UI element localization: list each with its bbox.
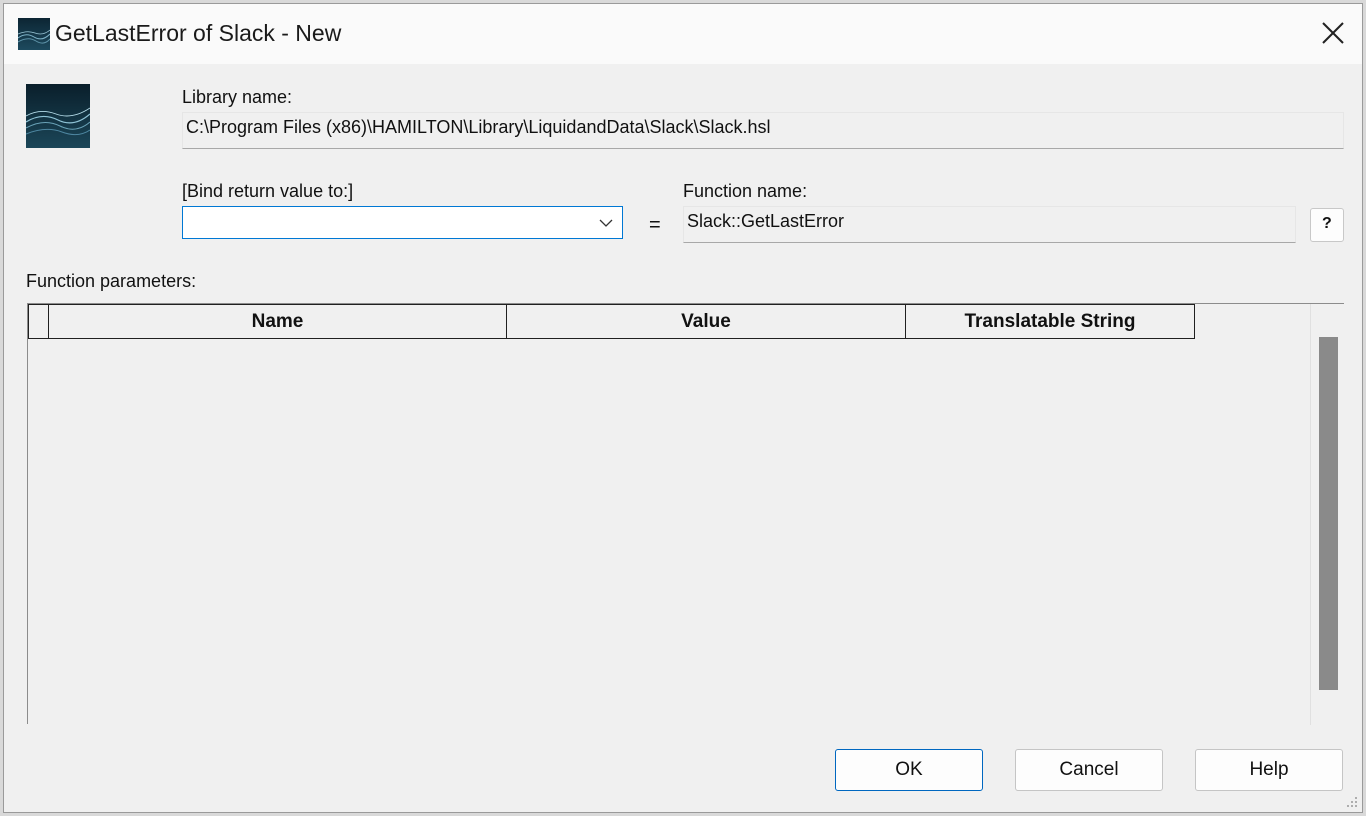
equals-sign: = [649, 214, 661, 236]
library-name-label: Library name: [182, 87, 293, 107]
cancel-button[interactable]: Cancel [1015, 749, 1163, 791]
bind-return-label: [Bind return value to:] [182, 181, 354, 201]
library-name-field: C:\Program Files (x86)\HAMILTON\Library\… [182, 112, 1344, 149]
hamilton-app-icon [18, 18, 50, 50]
help-button[interactable]: Help [1195, 749, 1343, 791]
parameters-grid[interactable]: Name Value Translatable String [27, 303, 1345, 725]
bind-return-input[interactable] [185, 209, 589, 235]
function-name-field: Slack::GetLastError [683, 206, 1296, 243]
scrollbar-thumb[interactable] [1319, 337, 1338, 690]
function-help-button[interactable]: ? [1310, 208, 1344, 242]
function-parameters-label: Function parameters: [26, 271, 197, 291]
title-bar[interactable]: GetLastError of Slack - New [4, 4, 1362, 64]
close-icon[interactable] [1318, 18, 1348, 48]
column-header-value[interactable]: Value [506, 304, 906, 339]
function-name-label: Function name: [683, 181, 808, 201]
grid-header: Name Value Translatable String [28, 304, 1195, 339]
chevron-down-icon[interactable] [599, 216, 613, 230]
dialog-window: GetLastError of Slack - New Library name… [3, 3, 1363, 813]
resize-grip-icon[interactable] [1346, 796, 1358, 808]
vertical-scrollbar[interactable] [1310, 304, 1345, 725]
column-header-name[interactable]: Name [48, 304, 507, 339]
library-logo [26, 84, 90, 148]
ok-button[interactable]: OK [835, 749, 983, 791]
window-title: GetLastError of Slack - New [55, 20, 342, 46]
column-header-translatable-string[interactable]: Translatable String [905, 304, 1195, 339]
bind-return-combobox[interactable] [182, 206, 623, 239]
help-question-icon: ? [1322, 215, 1332, 232]
row-header-corner [28, 304, 49, 339]
